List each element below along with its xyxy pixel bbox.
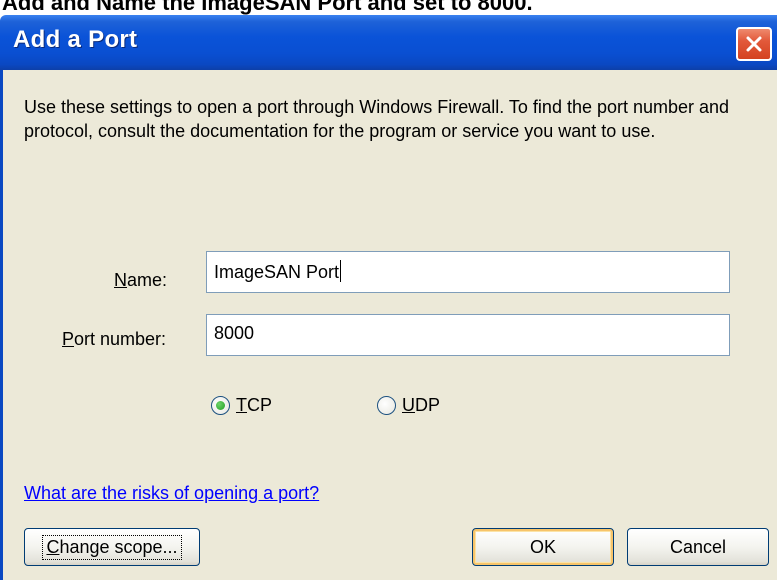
cancel-button[interactable]: Cancel bbox=[627, 528, 769, 566]
port-number-label: Port number: bbox=[62, 329, 167, 349]
radio-selected-icon bbox=[211, 396, 230, 415]
change-scope-button[interactable]: Change scope... bbox=[24, 528, 200, 566]
close-button[interactable] bbox=[736, 27, 772, 61]
name-input[interactable]: ImageSAN Port bbox=[206, 251, 730, 293]
risks-link[interactable]: What are the risks of opening a port? bbox=[24, 483, 319, 504]
change-scope-label: Change scope... bbox=[42, 534, 182, 560]
ok-button[interactable]: OK bbox=[472, 528, 614, 566]
instruction-caption: Add and Name the ImageSAN Port and set t… bbox=[2, 0, 533, 15]
udp-radio[interactable]: UDP bbox=[377, 395, 440, 416]
tcp-radio[interactable]: TCP bbox=[211, 395, 272, 416]
text-caret bbox=[340, 260, 342, 282]
tcp-label: TCP bbox=[236, 395, 273, 415]
close-x-icon bbox=[746, 36, 762, 52]
ok-label: OK bbox=[529, 536, 556, 557]
radio-unselected-icon bbox=[377, 396, 396, 415]
dialog-titlebar: Add a Port bbox=[0, 15, 777, 70]
name-label: Name: bbox=[114, 270, 168, 290]
dialog-title: Add a Port bbox=[13, 26, 138, 53]
udp-label: UDP bbox=[402, 395, 441, 415]
cancel-label: Cancel bbox=[669, 536, 727, 557]
description-text: Use these settings to open a port throug… bbox=[24, 97, 730, 141]
port-number-input[interactable]: 8000 bbox=[206, 314, 730, 356]
